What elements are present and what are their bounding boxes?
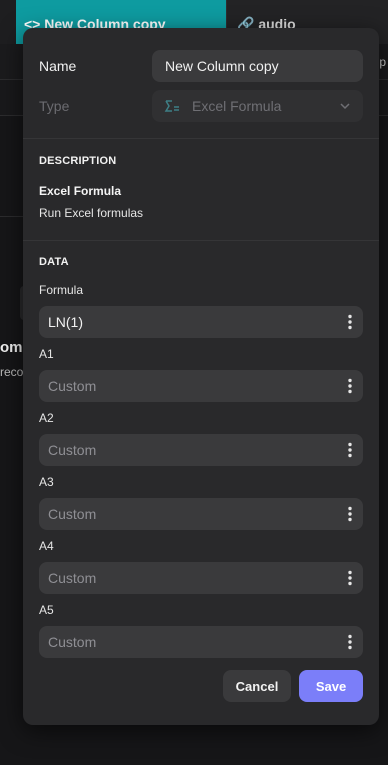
description-title: Excel Formula [39, 184, 122, 198]
a1-input[interactable]: Custom [39, 370, 363, 402]
divider [23, 138, 379, 139]
description-text: Run Excel formulas [39, 206, 144, 220]
formula-value: LN(1) [48, 314, 84, 330]
a4-input[interactable]: Custom [39, 562, 363, 594]
description-heading: DESCRIPTION [39, 155, 117, 167]
more-options-icon[interactable] [345, 314, 355, 330]
more-options-icon[interactable] [345, 570, 355, 586]
param-label-a3: A3 [39, 475, 54, 489]
a5-input[interactable]: Custom [39, 626, 363, 658]
type-row: Type Excel Formula [39, 90, 363, 122]
param-label-a5: A5 [39, 603, 54, 617]
a5-placeholder: Custom [48, 634, 97, 650]
more-options-icon[interactable] [345, 506, 355, 522]
more-options-icon[interactable] [345, 378, 355, 394]
more-options-icon[interactable] [345, 634, 355, 650]
a2-placeholder: Custom [48, 442, 97, 458]
param-label-a1: A1 [39, 347, 54, 361]
formula-icon [164, 100, 179, 112]
a2-input[interactable]: Custom [39, 434, 363, 466]
divider [0, 216, 24, 217]
formula-input[interactable]: LN(1) [39, 306, 363, 338]
divider [23, 240, 379, 241]
cancel-button[interactable]: Cancel [223, 670, 291, 702]
save-button[interactable]: Save [299, 670, 363, 702]
chevron-down-icon [340, 103, 350, 110]
background-subtext: reco [0, 365, 24, 379]
type-select-value: Excel Formula [192, 98, 282, 114]
name-label: Name [39, 58, 77, 74]
param-label-a2: A2 [39, 411, 54, 425]
name-input[interactable]: New Column copy [152, 50, 363, 82]
data-heading: DATA [39, 256, 69, 268]
row-edge-text: p [379, 55, 386, 69]
edit-column-dialog: Name New Column copy Type Excel Formula … [23, 28, 379, 725]
more-options-icon[interactable] [345, 442, 355, 458]
name-row: Name New Column copy [39, 50, 363, 82]
type-select[interactable]: Excel Formula [152, 90, 363, 122]
a4-placeholder: Custom [48, 570, 97, 586]
background-heading: om [0, 339, 23, 356]
type-label: Type [39, 98, 70, 114]
param-label-formula: Formula [39, 283, 84, 297]
a3-input[interactable]: Custom [39, 498, 363, 530]
param-label-a4: A4 [39, 539, 54, 553]
a3-placeholder: Custom [48, 506, 97, 522]
a1-placeholder: Custom [48, 378, 97, 394]
